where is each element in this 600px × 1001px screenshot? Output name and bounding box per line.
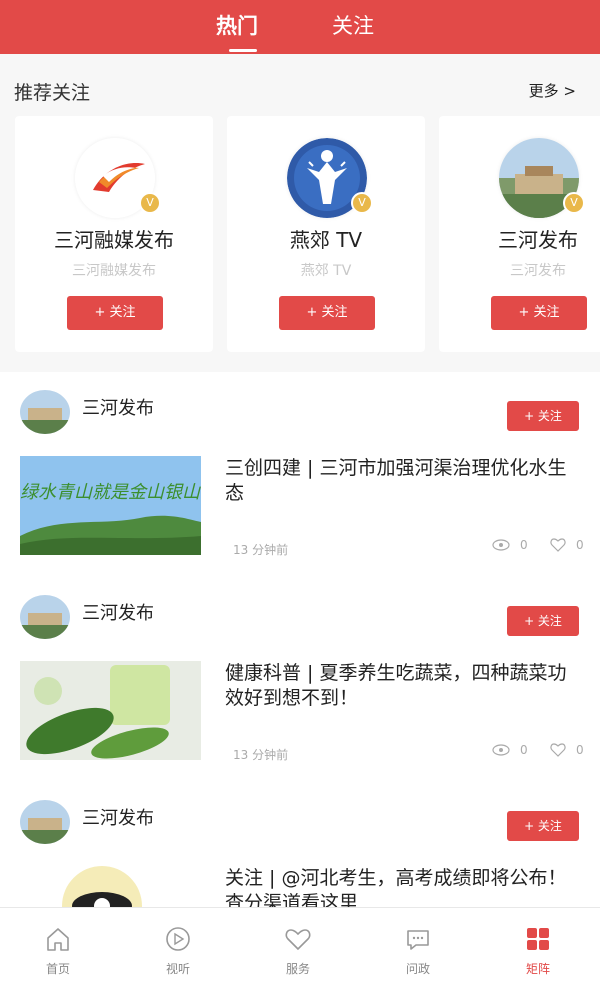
nav-item-politics[interactable]: 问政 (388, 926, 448, 977)
view-count: 0 (492, 743, 528, 757)
post-thumbnail[interactable] (20, 661, 201, 760)
follow-button[interactable]: + 关注 (507, 401, 579, 431)
tab-follow[interactable]: 关注 (332, 10, 374, 40)
card-subtitle: 燕郊 TV (300, 263, 352, 279)
top-bar: 热门 关注 (0, 0, 600, 54)
heart-icon (285, 929, 311, 951)
recommend-card[interactable]: V 三河融媒发布 三河融媒发布 + 关注 (15, 116, 213, 352)
author-name[interactable]: 三河发布 (82, 804, 154, 830)
nav-label: 服务 (285, 962, 310, 976)
card-name: 三河发布 (498, 228, 578, 252)
recommend-section: 推荐关注 更多 > V 三河融媒发布 三河融媒发布 + 关注 V 燕郊 TV 燕… (0, 54, 600, 360)
post-title[interactable]: 健康科普 | 夏季养生吃蔬菜，四种蔬菜功效好到想不到！ (225, 661, 585, 711)
follow-button[interactable]: + 关注 (67, 296, 163, 330)
follow-button[interactable]: + 关注 (507, 811, 579, 841)
nav-label: 矩阵 (525, 962, 550, 976)
post-time: 13 分钟前 (233, 748, 289, 762)
nav-label: 视听 (165, 962, 190, 976)
eye-icon (492, 744, 510, 756)
recommend-title: 推荐关注 (14, 82, 91, 104)
play-icon (166, 927, 190, 951)
like-count[interactable]: 0 (550, 538, 584, 552)
like-count[interactable]: 0 (550, 743, 584, 757)
author-avatar (20, 595, 70, 639)
feed-post[interactable]: 三河发布 + 关注 健康科普 | 夏季养生吃蔬菜，四种蔬菜功效好到想不到！ 13… (0, 577, 600, 782)
author-avatar (20, 800, 70, 844)
bottom-nav: 首页 视听 服务 问政 矩阵 (0, 907, 600, 1001)
nav-item-matrix[interactable]: 矩阵 (508, 926, 568, 977)
thumbnail-slogan: 绿水青山就是金山银山 (20, 482, 201, 503)
follow-button[interactable]: + 关注 (491, 296, 587, 330)
post-thumbnail[interactable] (20, 866, 201, 907)
feed-list: 三河发布 + 关注 绿水青山就是金山银山 三创四建 | 三河市加强河渠治理优化水… (0, 372, 600, 907)
post-title[interactable]: 关注 | @河北考生，高考成绩即将公布！查分渠道看这里 (225, 866, 585, 907)
nav-label: 首页 (45, 962, 70, 976)
card-name: 三河融媒发布 (54, 228, 174, 252)
card-subtitle: 三河融媒发布 (72, 263, 156, 279)
author-name[interactable]: 三河发布 (82, 599, 154, 625)
verified-badge-icon: V (139, 192, 161, 214)
recommend-card[interactable]: V 三河发布 三河发布 + 关注 (439, 116, 600, 352)
heart-icon (550, 538, 566, 552)
post-time: 13 分钟前 (233, 543, 289, 557)
post-thumbnail[interactable]: 绿水青山就是金山银山 (20, 456, 201, 555)
tab-hot[interactable]: 热门 (216, 10, 258, 40)
post-title[interactable]: 三创四建 | 三河市加强河渠治理优化水生态 (225, 456, 585, 506)
verified-badge-icon: V (563, 192, 585, 214)
nav-item-service[interactable]: 服务 (268, 926, 328, 977)
view-count: 0 (492, 538, 528, 552)
feed-post[interactable]: 三河发布 + 关注 绿水青山就是金山银山 三创四建 | 三河市加强河渠治理优化水… (0, 372, 600, 577)
eye-icon (492, 539, 510, 551)
recommend-card[interactable]: V 燕郊 TV 燕郊 TV + 关注 (227, 116, 425, 352)
more-link[interactable]: 更多 > (529, 80, 576, 101)
author-avatar (20, 390, 70, 434)
nav-label: 问政 (405, 962, 430, 976)
active-tab-indicator (229, 49, 257, 52)
follow-button[interactable]: + 关注 (279, 296, 375, 330)
card-name: 燕郊 TV (289, 228, 363, 252)
grid-icon (527, 928, 549, 950)
follow-button[interactable]: + 关注 (507, 606, 579, 636)
nav-item-video[interactable]: 视听 (148, 926, 208, 977)
verified-badge-icon: V (351, 192, 373, 214)
feed-post[interactable]: 三河发布 + 关注 关注 | @河北考生，高考成绩即将公布！查分渠道看这里 (0, 782, 600, 907)
heart-icon (550, 743, 566, 757)
chat-icon (407, 930, 429, 950)
home-icon (47, 928, 69, 951)
card-subtitle: 三河发布 (510, 263, 566, 279)
author-name[interactable]: 三河发布 (82, 394, 154, 420)
nav-item-home[interactable]: 首页 (28, 926, 88, 977)
